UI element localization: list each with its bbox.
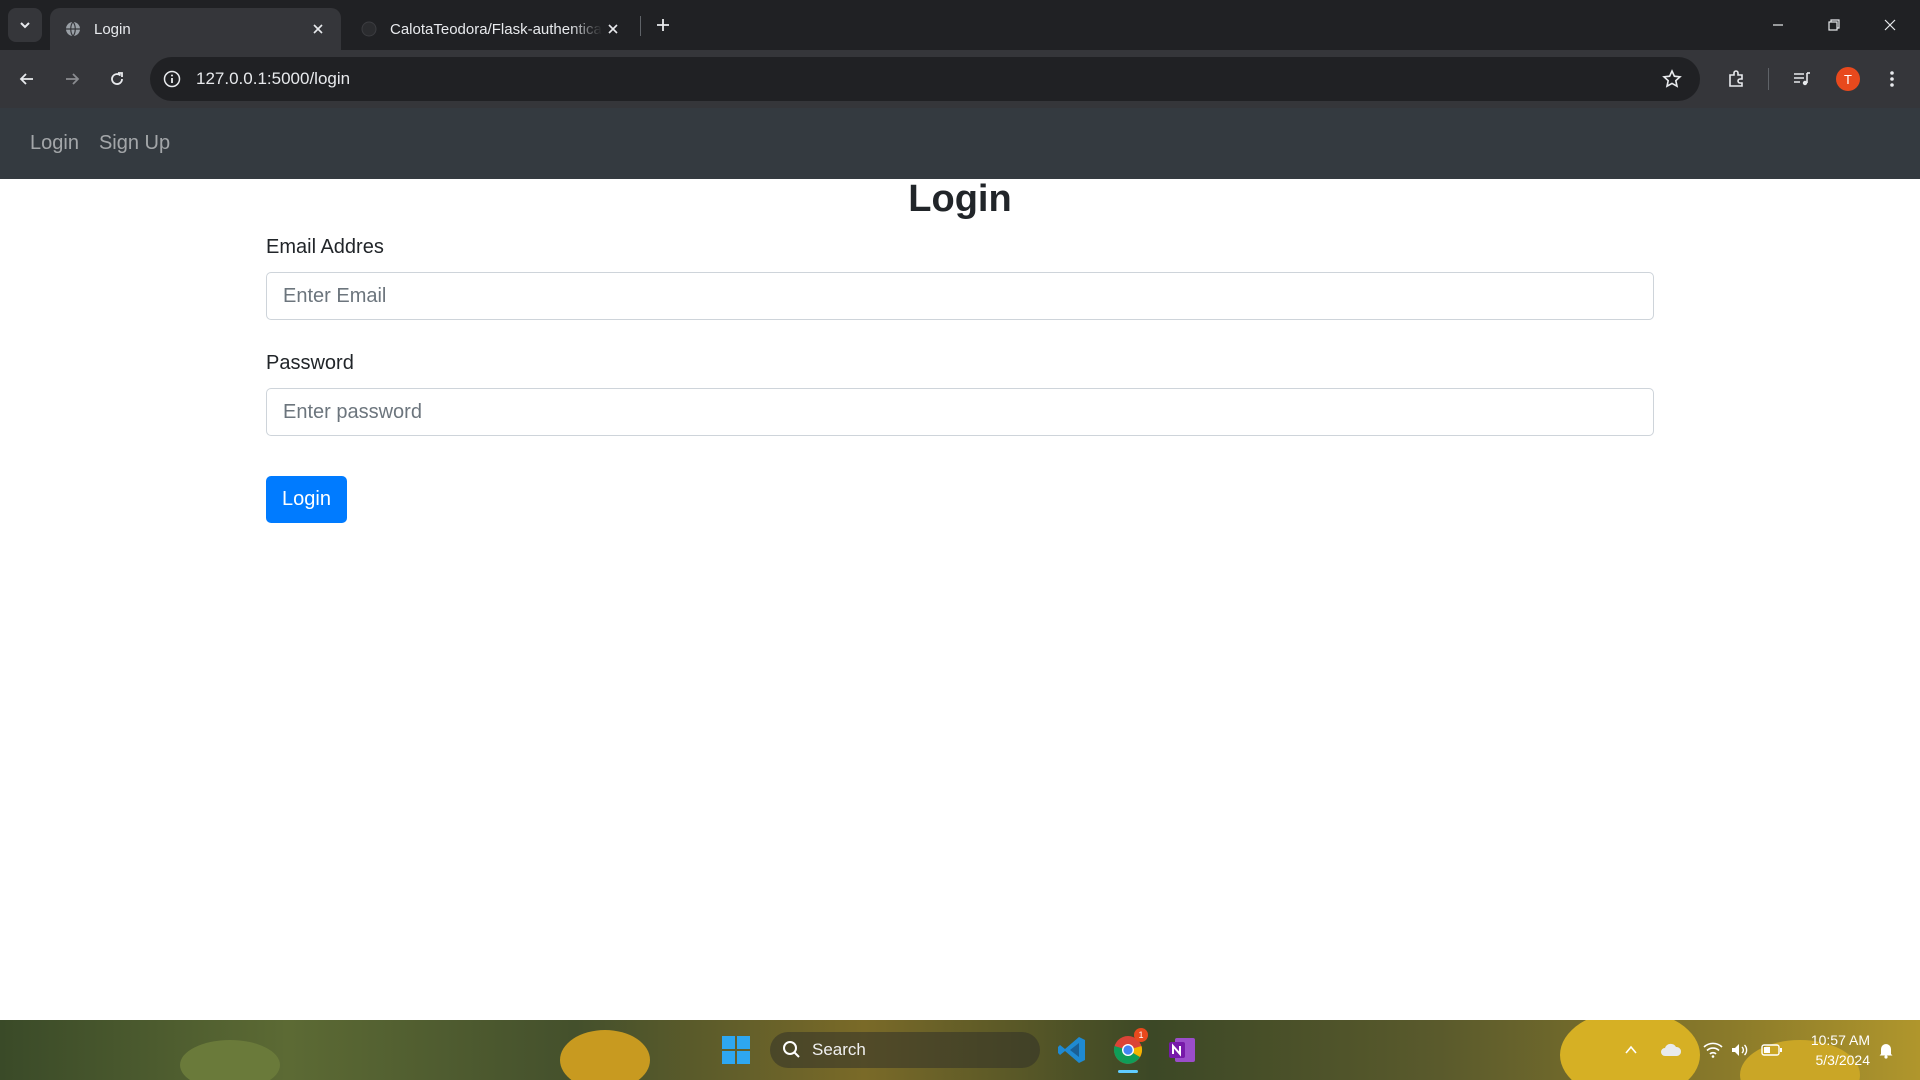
- restore-button[interactable]: [1806, 0, 1862, 50]
- wifi-icon: [1703, 1042, 1723, 1058]
- cloud-icon: [1661, 1043, 1682, 1056]
- tab-login[interactable]: Login: [50, 8, 341, 50]
- extensions-button[interactable]: [1718, 61, 1754, 97]
- music-queue-icon: [1794, 72, 1810, 86]
- nav-link-sign-up[interactable]: Sign Up: [99, 132, 170, 155]
- minimize-button[interactable]: [1750, 0, 1806, 50]
- vscode-taskbar-button[interactable]: [1052, 1030, 1092, 1070]
- avatar: T: [1836, 67, 1860, 91]
- password-label: Password: [266, 352, 354, 374]
- notification-badge: 1: [1134, 1028, 1148, 1042]
- reload-button[interactable]: [99, 61, 135, 97]
- close-icon: [1884, 19, 1896, 31]
- tab-title: CalotaTeodora/Flask-authentication: [390, 20, 602, 38]
- address-bar[interactable]: 127.0.0.1:5000/login: [150, 57, 1700, 101]
- onenote-taskbar-button[interactable]: [1162, 1030, 1202, 1070]
- github-icon: [360, 20, 378, 38]
- url-text[interactable]: 127.0.0.1:5000/login: [196, 69, 1654, 89]
- bell-icon: [1879, 1044, 1893, 1059]
- minimize-icon: [1773, 24, 1783, 26]
- page-title: Login: [908, 178, 1012, 220]
- vscode-icon: [1058, 1037, 1085, 1063]
- tab-title: Login: [94, 20, 131, 38]
- close-tab-icon[interactable]: [307, 18, 329, 40]
- windows-taskbar: Search 1 10:57 AM 5/3/2024: [0, 1020, 1920, 1080]
- show-hidden-icons-button[interactable]: [1619, 1038, 1643, 1062]
- close-tab-icon[interactable]: [602, 18, 624, 40]
- bookmark-star-icon[interactable]: [1654, 61, 1690, 97]
- forward-button[interactable]: [54, 61, 90, 97]
- plus-icon: [657, 19, 669, 31]
- active-app-indicator: [1118, 1070, 1138, 1073]
- close-window-button[interactable]: [1862, 0, 1918, 50]
- puzzle-icon: [1729, 70, 1743, 87]
- clock-date: 5/3/2024: [1815, 1052, 1871, 1068]
- notifications-button[interactable]: [1874, 1038, 1898, 1062]
- globe-icon: [64, 20, 82, 38]
- profile-button[interactable]: T: [1830, 61, 1866, 97]
- restore-icon: [1828, 19, 1840, 31]
- battery-tray-icon[interactable]: [1760, 1038, 1784, 1062]
- password-field[interactable]: Enter password: [266, 388, 1654, 436]
- site-navbar: Login Sign Up: [0, 108, 1920, 179]
- back-button[interactable]: [9, 61, 45, 97]
- nav-link-login[interactable]: Login: [30, 132, 79, 155]
- arrow-left-icon: [19, 73, 33, 85]
- browser-tab-bar: Login CalotaTeodora/Flask-authentication: [0, 0, 1920, 50]
- wifi-tray-icon[interactable]: [1701, 1038, 1725, 1062]
- onedrive-tray-icon[interactable]: [1659, 1038, 1683, 1062]
- battery-icon: [1761, 1044, 1782, 1056]
- media-control-button[interactable]: [1784, 61, 1820, 97]
- menu-button[interactable]: [1874, 61, 1910, 97]
- email-placeholder: Enter Email: [283, 284, 387, 307]
- search-icon: [782, 1040, 802, 1060]
- browser-toolbar: 127.0.0.1:5000/login T: [0, 50, 1920, 108]
- tab-separator: [640, 16, 641, 36]
- volume-tray-icon[interactable]: [1728, 1038, 1752, 1062]
- reload-icon: [111, 72, 123, 85]
- email-field[interactable]: Enter Email: [266, 272, 1654, 320]
- password-placeholder: Enter password: [283, 400, 422, 423]
- email-group: Email Addres Enter Email: [266, 232, 1654, 320]
- chevron-up-icon: [1625, 1045, 1637, 1054]
- tab-github[interactable]: CalotaTeodora/Flask-authentication: [346, 8, 636, 50]
- kebab-menu-icon: [1890, 71, 1894, 87]
- wallpaper-grass: [180, 1040, 280, 1080]
- start-button[interactable]: [716, 1030, 756, 1070]
- onenote-icon: [1169, 1038, 1195, 1062]
- taskbar-clock[interactable]: 10:57 AM 5/3/2024: [1796, 1030, 1870, 1070]
- login-submit-button[interactable]: Login: [266, 476, 347, 523]
- arrow-right-icon: [66, 73, 80, 85]
- site-info-icon[interactable]: [154, 61, 190, 97]
- speaker-icon: [1732, 1044, 1748, 1056]
- email-label: Email Addres: [266, 236, 384, 258]
- search-placeholder: Search: [812, 1040, 866, 1059]
- clock-time: 10:57 AM: [1810, 1032, 1870, 1048]
- toolbar-separator: [1768, 68, 1769, 90]
- password-group: Password Enter password: [266, 348, 1654, 436]
- login-form: Email Addres Enter Email Password Enter …: [266, 232, 1654, 464]
- new-tab-button[interactable]: [650, 12, 676, 38]
- wallpaper-flower: [560, 1030, 650, 1080]
- tab-search-button[interactable]: [8, 8, 42, 42]
- taskbar-search[interactable]: Search: [770, 1032, 1040, 1068]
- chrome-taskbar-button[interactable]: 1: [1108, 1028, 1148, 1070]
- windows-logo-icon: [722, 1036, 750, 1064]
- chevron-down-icon: [20, 22, 30, 29]
